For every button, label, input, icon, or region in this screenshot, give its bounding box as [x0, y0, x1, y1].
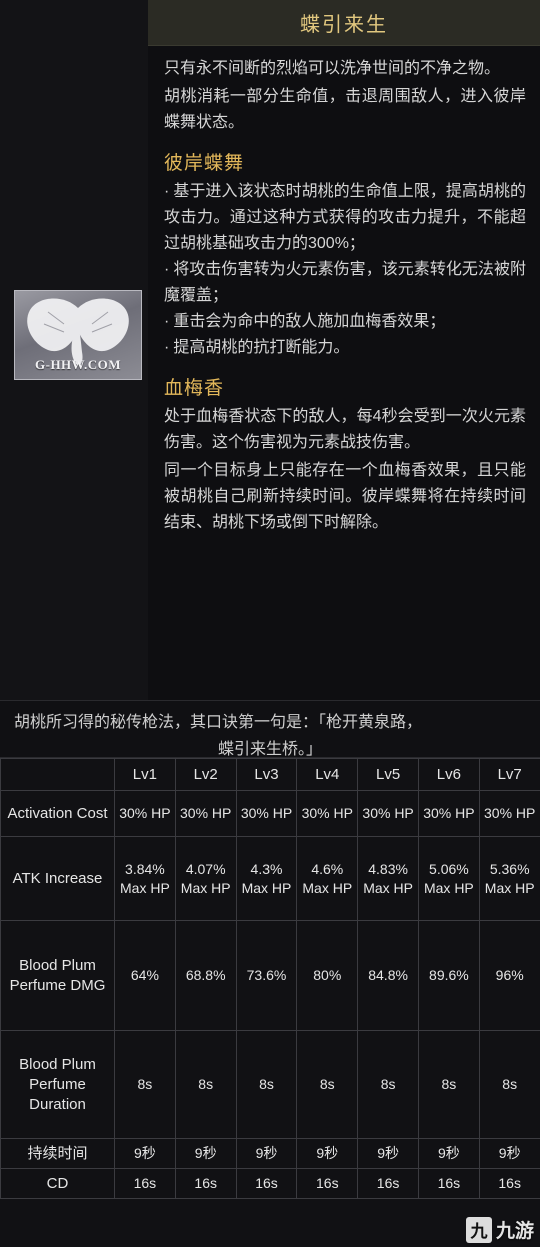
- table-cell: 8s: [235, 1030, 298, 1139]
- skill-top-section: G-HHW.COM 蝶引来生 只有永不间断的烈焰可以洗净世间的不净之物。 胡桃消…: [0, 0, 540, 700]
- table-header-cell: Lv2: [174, 758, 237, 791]
- table-header-cell: Lv5: [357, 758, 419, 791]
- skill-paragraph: 只有永不间断的烈焰可以洗净世间的不净之物。: [164, 60, 501, 77]
- table-cell: 3.84% Max HP: [114, 836, 176, 921]
- table-cell: 8s: [114, 1030, 176, 1139]
- table-cell: 80%: [296, 920, 359, 1031]
- row-label: Blood Plum Perfume DMG: [0, 920, 115, 1031]
- table-row: CD 16s 16s 16s 16s 16s 16s 16s: [0, 1168, 540, 1199]
- table-cell: 96%: [478, 920, 540, 1031]
- table-cell: 8s: [174, 1030, 237, 1139]
- table-cell: 4.3% Max HP: [235, 836, 298, 921]
- table-cell: 9秒: [174, 1138, 237, 1169]
- table-cell: 4.07% Max HP: [174, 836, 237, 921]
- table-cell: 16s: [114, 1168, 176, 1199]
- table-cell: 16s: [417, 1168, 480, 1199]
- table-cell: 30% HP: [357, 790, 419, 837]
- list-item: 提高胡桃的抗打断能力。: [164, 335, 526, 361]
- skill-icon-art: G-HHW.COM: [14, 290, 142, 380]
- table-cell: 5.06% Max HP: [417, 836, 480, 921]
- watermark-text: 九游: [495, 1221, 534, 1242]
- table-header-cell: Lv7: [478, 758, 540, 791]
- table-cell: 4.6% Max HP: [296, 836, 359, 921]
- table-cell: 9秒: [417, 1138, 480, 1169]
- skill-paragraph: 处于血梅香状态下的敌人，每4秒会受到一次火元素伤害。这个伤害视为元素战技伤害。: [164, 408, 526, 451]
- skill-body: 只有永不间断的烈焰可以洗净世间的不净之物。 胡桃消耗一部分生命值，击退周围敌人，…: [148, 46, 540, 536]
- table-row: Activation Cost 30% HP 30% HP 30% HP 30%…: [0, 790, 540, 837]
- watermark-logo-icon: 九: [465, 1216, 492, 1243]
- art-watermark: G-HHW.COM: [35, 357, 121, 372]
- skill-art-column: G-HHW.COM: [0, 0, 148, 700]
- site-watermark: 九 九游: [465, 1216, 534, 1243]
- table-row: Blood Plum Perfume Duration 8s 8s 8s 8s …: [0, 1030, 540, 1139]
- row-label: CD: [0, 1168, 115, 1199]
- table-cell: 5.36% Max HP: [478, 836, 540, 921]
- table-cell: 4.83% Max HP: [357, 836, 419, 921]
- list-item: 重击会为命中的敌人施加血梅香效果；: [164, 309, 526, 335]
- skill-section-heading: 彼岸蝶舞: [164, 153, 245, 174]
- table-cell: 16s: [296, 1168, 359, 1199]
- table-cell: 9秒: [235, 1138, 298, 1169]
- table-cell: 64%: [114, 920, 176, 1031]
- skill-detail-page: G-HHW.COM 蝶引来生 只有永不间断的烈焰可以洗净世间的不净之物。 胡桃消…: [0, 0, 540, 1247]
- row-label: Activation Cost: [0, 790, 115, 837]
- table-corner-cell: [0, 758, 115, 791]
- skill-title: 蝶引来生: [300, 14, 388, 36]
- skill-section-bullets: 基于进入该状态时胡桃的生命值上限，提高胡桃的攻击力。通过这种方式获得的攻击力提升…: [164, 179, 526, 361]
- table-header-cell: Lv6: [417, 758, 480, 791]
- row-label: Blood Plum Perfume Duration: [0, 1030, 115, 1139]
- table-cell: 9秒: [478, 1138, 540, 1169]
- table-cell: 84.8%: [357, 920, 419, 1031]
- skill-flavor-quote: 胡桃所习得的秘传枪法，其口诀第一句是：「枪开黄泉路， 蝶引来生桥。」: [0, 700, 540, 758]
- list-item: 将攻击伤害转为火元素伤害，该元素转化无法被附魔覆盖；: [164, 257, 526, 309]
- table-cell: 16s: [235, 1168, 298, 1199]
- skill-paragraph: 胡桃消耗一部分生命值，击退周围敌人，进入彼岸蝶舞状态。: [164, 88, 526, 131]
- table-cell: 16s: [478, 1168, 540, 1199]
- table-cell: 8s: [296, 1030, 359, 1139]
- row-label: 持续时间: [0, 1138, 115, 1169]
- skill-title-bar: 蝶引来生: [148, 0, 540, 46]
- table-cell: 68.8%: [174, 920, 237, 1031]
- table-cell: 8s: [478, 1030, 540, 1139]
- table-header-cell: Lv3: [235, 758, 298, 791]
- table-cell: 9秒: [357, 1138, 419, 1169]
- table-cell: 16s: [357, 1168, 419, 1199]
- table-cell: 30% HP: [296, 790, 359, 837]
- table-cell: 30% HP: [417, 790, 480, 837]
- table-cell: 8s: [357, 1030, 419, 1139]
- quote-line-1: 胡桃所习得的秘传枪法，其口诀第一句是：「枪开黄泉路，: [14, 714, 423, 731]
- table-cell: 30% HP: [174, 790, 237, 837]
- table-row: 持续时间 9秒 9秒 9秒 9秒 9秒 9秒 9秒: [0, 1138, 540, 1169]
- table-row: Blood Plum Perfume DMG 64% 68.8% 73.6% 8…: [0, 920, 540, 1031]
- table-cell: 73.6%: [235, 920, 298, 1031]
- table-header-cell: Lv1: [114, 758, 176, 791]
- table-cell: 30% HP: [235, 790, 298, 837]
- table-cell: 16s: [174, 1168, 237, 1199]
- table-cell: 30% HP: [478, 790, 540, 837]
- table-cell: 30% HP: [114, 790, 176, 837]
- skill-paragraph: 同一个目标身上只能存在一个血梅香效果，且只能被胡桃自己刷新持续时间。彼岸蝶舞将在…: [164, 462, 526, 531]
- table-cell: 9秒: [114, 1138, 176, 1169]
- table-cell: 89.6%: [417, 920, 480, 1031]
- skill-level-table: Lv1 Lv2 Lv3 Lv4 Lv5 Lv6 Lv7 Activation C…: [0, 758, 540, 1199]
- skill-section-heading: 血梅香: [164, 378, 225, 399]
- table-row: ATK Increase 3.84% Max HP 4.07% Max HP 4…: [0, 836, 540, 921]
- table-header-row: Lv1 Lv2 Lv3 Lv4 Lv5 Lv6 Lv7: [0, 758, 540, 791]
- skill-detail-column: 蝶引来生 只有永不间断的烈焰可以洗净世间的不净之物。 胡桃消耗一部分生命值，击退…: [148, 0, 540, 700]
- table-cell: 9秒: [296, 1138, 359, 1169]
- row-label: ATK Increase: [0, 836, 115, 921]
- table-header-cell: Lv4: [296, 758, 359, 791]
- list-item: 基于进入该状态时胡桃的生命值上限，提高胡桃的攻击力。通过这种方式获得的攻击力提升…: [164, 179, 526, 257]
- table-cell: 8s: [417, 1030, 480, 1139]
